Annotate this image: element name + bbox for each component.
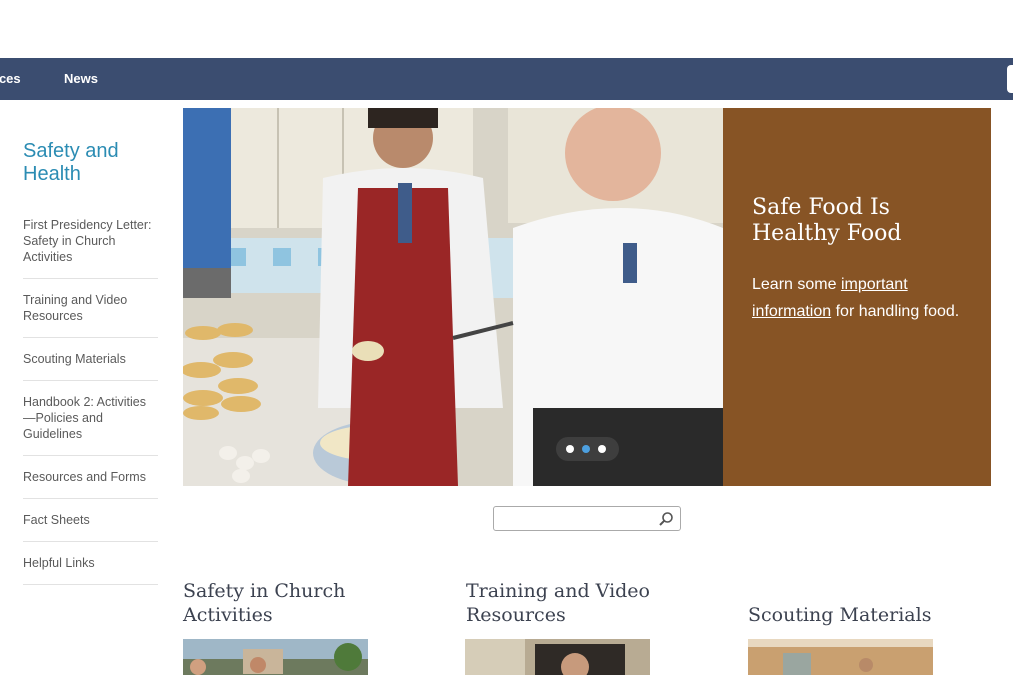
sidebar-title[interactable]: Safety and Health <box>23 140 158 186</box>
search-input[interactable] <box>498 510 653 527</box>
section-title-safety-church[interactable]: Safety in Church Activities <box>183 579 413 627</box>
hero-text-before: Learn some <box>752 276 841 293</box>
section-image-scouting[interactable] <box>748 639 933 675</box>
nav-item-resources[interactable]: ources <box>0 71 21 86</box>
carousel-pagination <box>556 437 619 461</box>
nav-item-news[interactable]: News <box>64 71 98 86</box>
hero-title: Safe Food Is Healthy Food <box>752 195 902 246</box>
sidebar-item-scouting[interactable]: Scouting Materials <box>23 351 158 381</box>
section-image-training-video[interactable] <box>465 639 650 675</box>
hero-carousel: Safe Food Is Healthy Food Learn some imp… <box>183 108 991 486</box>
sidebar-item-helpful-links[interactable]: Helpful Links <box>23 555 158 585</box>
carousel-dot-1[interactable] <box>566 445 574 453</box>
carousel-dot-3[interactable] <box>598 445 606 453</box>
sidebar-item-first-presidency-letter[interactable]: First Presidency Letter: Safety in Churc… <box>23 217 158 279</box>
nav-search-edge[interactable] <box>1007 65 1013 93</box>
hero-photo <box>183 108 723 486</box>
hero-text-after: for handling food. <box>831 303 960 320</box>
hero-text-panel: Safe Food Is Healthy Food Learn some imp… <box>723 108 991 486</box>
sidebar-item-handbook[interactable]: Handbook 2: Activities—Policies and Guid… <box>23 394 158 456</box>
main-nav-bar: ources News <box>0 58 1013 100</box>
section-image-safety-church[interactable] <box>183 639 368 675</box>
sidebar-item-resources-forms[interactable]: Resources and Forms <box>23 469 158 499</box>
section-title-training-video[interactable]: Training and Video Resources <box>466 579 706 627</box>
hero-description: Learn some important information for han… <box>752 271 969 325</box>
sidebar-item-training-video[interactable]: Training and Video Resources <box>23 292 158 338</box>
section-title-scouting[interactable]: Scouting Materials <box>748 603 998 627</box>
sidebar: Safety and Health First Presidency Lette… <box>23 140 158 598</box>
sidebar-item-fact-sheets[interactable]: Fact Sheets <box>23 512 158 542</box>
carousel-dot-2[interactable] <box>582 445 590 453</box>
search-box <box>493 506 681 531</box>
search-icon[interactable] <box>658 511 674 527</box>
